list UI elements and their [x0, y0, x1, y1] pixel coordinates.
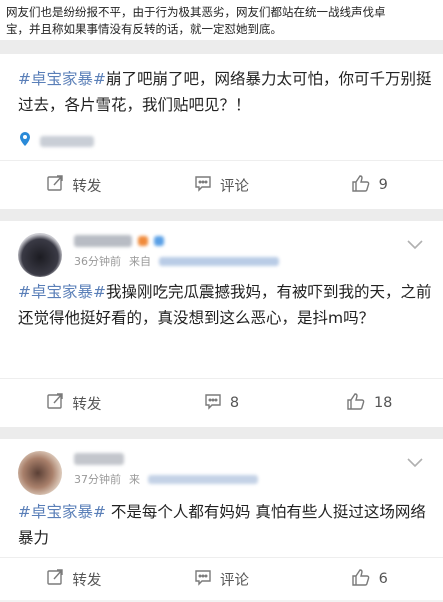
avatar[interactable] — [18, 233, 62, 277]
hashtag-link[interactable]: #卓宝家暴# — [18, 283, 106, 301]
post-body: #卓宝家暴#我操刚吃完瓜震撼我妈，有被吓到我的天，之前还觉得他挺好看的，真没想到… — [0, 279, 443, 331]
intro-line-2: 宝，并且称如果事情没有反转的话，就一定怼她到底。 — [6, 22, 282, 36]
badge-icon — [154, 236, 164, 246]
like-button[interactable]: 18 — [295, 392, 443, 414]
comment-label: 评论 — [220, 572, 249, 589]
repost-label: 转发 — [72, 178, 102, 195]
comment-icon — [194, 174, 212, 196]
post-time: 36分钟前 — [74, 255, 121, 268]
post-time: 37分钟前 — [74, 473, 121, 486]
post-source-prefix: 来 — [129, 473, 140, 486]
avatar[interactable] — [18, 451, 62, 495]
post-header: 37分钟前 来 — [0, 439, 443, 499]
repost-button[interactable]: 转发 — [0, 568, 148, 590]
weibo-post-1: #卓宝家暴#崩了吧崩了吧，网络暴力太可怕，你可千万别挺过去，各片雪花，我们贴吧见… — [0, 54, 443, 209]
location-pin-icon — [18, 131, 32, 151]
link-card[interactable] — [18, 128, 443, 154]
repost-label: 转发 — [72, 572, 102, 589]
like-button[interactable]: 9 — [295, 174, 443, 196]
action-bar: 转发 评论 6 — [0, 557, 443, 600]
comment-label: 评论 — [220, 178, 249, 195]
comment-icon — [194, 568, 212, 590]
comment-button[interactable]: 8 — [148, 392, 296, 414]
thumbs-up-icon — [346, 392, 366, 414]
action-bar: 转发 8 18 — [0, 378, 443, 427]
blurred-source — [148, 474, 258, 484]
hashtag-link[interactable]: #卓宝家暴# — [18, 70, 106, 88]
repost-icon — [46, 392, 64, 414]
blurred-username[interactable] — [74, 453, 124, 465]
comment-count: 8 — [229, 395, 240, 411]
repost-icon — [46, 174, 64, 196]
divider — [0, 40, 443, 54]
like-count: 6 — [378, 571, 388, 587]
chevron-down-icon[interactable] — [407, 453, 423, 472]
comment-button[interactable]: 评论 — [148, 174, 296, 196]
intro-text: 网友们也是纷纷报不平，由于行为极其恶劣，网友们都站在统一战线声伐卓 宝，并且称如… — [0, 0, 443, 40]
intro-line-1: 网友们也是纷纷报不平，由于行为极其恶劣，网友们都站在统一战线声伐卓 — [6, 5, 386, 19]
divider — [0, 209, 443, 221]
like-button[interactable]: 6 — [295, 568, 443, 590]
divider — [0, 427, 443, 439]
like-count: 9 — [378, 177, 388, 193]
thumbs-up-icon — [351, 568, 371, 590]
weibo-post-2: 36分钟前 来自 #卓宝家暴#我操刚吃完瓜震撼我妈，有被吓到我的天，之前还觉得他… — [0, 221, 443, 427]
thumbs-up-icon — [351, 174, 371, 196]
comment-button[interactable]: 评论 — [148, 568, 296, 590]
chevron-down-icon[interactable] — [407, 235, 423, 254]
repost-button[interactable]: 转发 — [0, 174, 148, 196]
hashtag-link[interactable]: #卓宝家暴# — [18, 503, 106, 521]
post-body: #卓宝家暴# 不是每个人都有妈妈 真怕有些人挺过这场网络暴力 — [0, 499, 443, 551]
post-header: 36分钟前 来自 — [0, 221, 443, 279]
weibo-post-3: 37分钟前 来 #卓宝家暴# 不是每个人都有妈妈 真怕有些人挺过这场网络暴力 转… — [0, 439, 443, 600]
blurred-source — [159, 256, 279, 266]
blurred-username[interactable] — [74, 235, 132, 247]
action-bar: 转发 评论 9 — [0, 160, 443, 209]
comment-icon — [204, 392, 222, 414]
post-body: #卓宝家暴#崩了吧崩了吧，网络暴力太可怕，你可千万别挺过去，各片雪花，我们贴吧见… — [0, 66, 443, 118]
repost-button[interactable]: 转发 — [0, 392, 148, 414]
badge-icon — [138, 236, 148, 246]
post-source-prefix: 来自 — [129, 255, 151, 268]
blurred-link-text — [40, 135, 94, 147]
like-count: 18 — [373, 395, 393, 411]
repost-label: 转发 — [72, 396, 102, 413]
repost-icon — [46, 568, 64, 590]
